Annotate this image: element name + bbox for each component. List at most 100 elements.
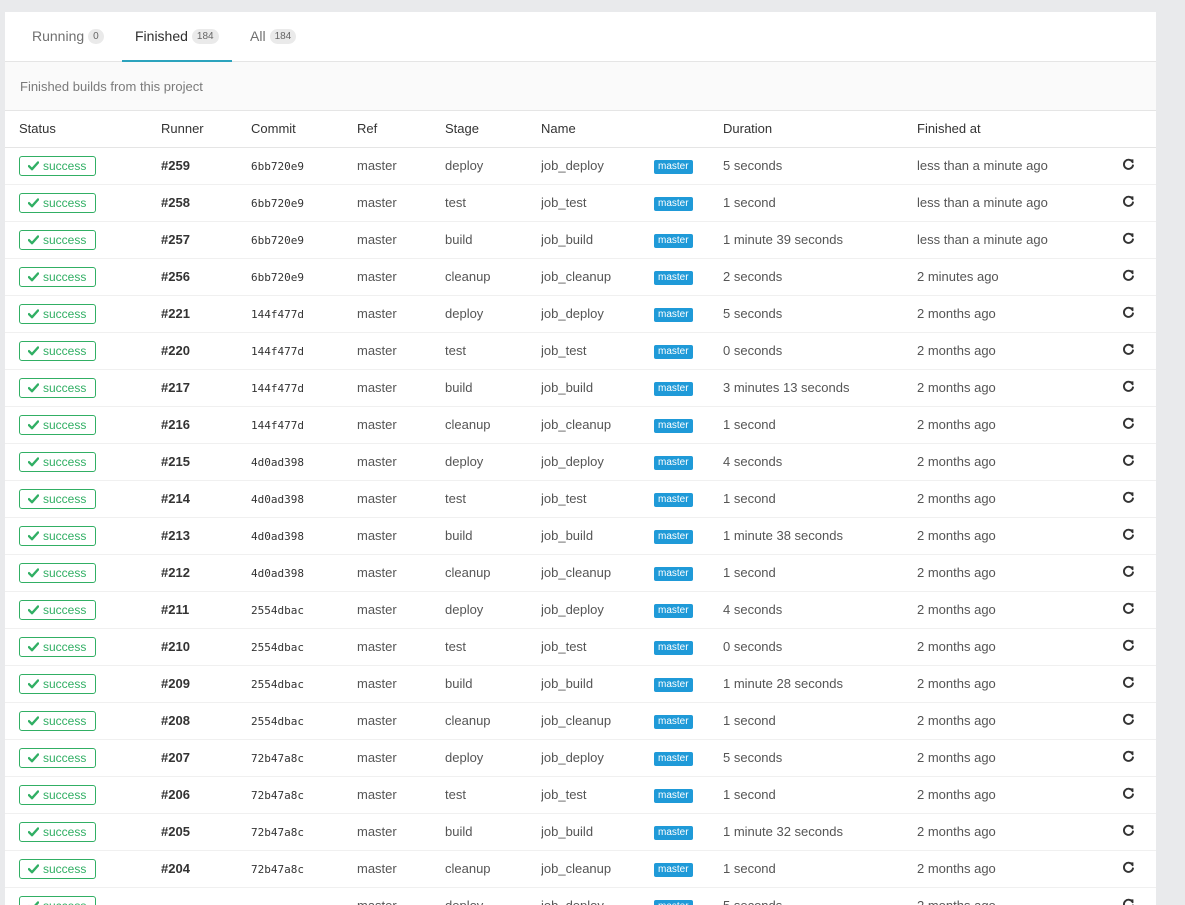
- status-badge[interactable]: success: [19, 710, 96, 731]
- status-badge[interactable]: success: [19, 747, 96, 768]
- status-badge[interactable]: success: [19, 303, 96, 324]
- status-badge[interactable]: success: [19, 858, 96, 879]
- commit-link[interactable]: 144f477d: [251, 382, 304, 395]
- status-badge[interactable]: success: [19, 599, 96, 620]
- ref-link[interactable]: master: [357, 454, 397, 469]
- retry-icon[interactable]: [1122, 676, 1135, 689]
- ref-link[interactable]: master: [357, 639, 397, 654]
- runner-link[interactable]: #213: [161, 528, 190, 543]
- ref-link[interactable]: master: [357, 750, 397, 765]
- ref-link[interactable]: master: [357, 565, 397, 580]
- commit-link[interactable]: 6bb720e9: [251, 271, 304, 284]
- status-badge[interactable]: success: [19, 562, 96, 583]
- retry-icon[interactable]: [1122, 602, 1135, 615]
- runner-link[interactable]: #259: [161, 158, 190, 173]
- runner-link[interactable]: #210: [161, 639, 190, 654]
- runner-link[interactable]: #256: [161, 269, 190, 284]
- ref-link[interactable]: master: [357, 898, 397, 905]
- retry-icon[interactable]: [1122, 306, 1135, 319]
- commit-link[interactable]: 72b47a8c: [251, 863, 304, 876]
- tab-finished[interactable]: Finished 184: [122, 12, 232, 62]
- commit-link[interactable]: 144f477d: [251, 419, 304, 432]
- commit-link[interactable]: 4d0ad398: [251, 530, 304, 543]
- runner-link[interactable]: #217: [161, 380, 190, 395]
- runner-link[interactable]: #221: [161, 306, 190, 321]
- commit-link[interactable]: 6bb720e9: [251, 234, 304, 247]
- ref-link[interactable]: master: [357, 158, 397, 173]
- retry-icon[interactable]: [1122, 713, 1135, 726]
- commit-link[interactable]: 2554dbac: [251, 604, 304, 617]
- ref-link[interactable]: master: [357, 195, 397, 210]
- runner-link[interactable]: #216: [161, 417, 190, 432]
- runner-link[interactable]: #220: [161, 343, 190, 358]
- ref-link[interactable]: master: [357, 417, 397, 432]
- retry-icon[interactable]: [1122, 787, 1135, 800]
- commit-link[interactable]: 4d0ad398: [251, 567, 304, 580]
- runner-link[interactable]: #212: [161, 565, 190, 580]
- runner-link[interactable]: #257: [161, 232, 190, 247]
- ref-link[interactable]: master: [357, 861, 397, 876]
- status-badge[interactable]: success: [19, 414, 96, 435]
- retry-icon[interactable]: [1122, 750, 1135, 763]
- commit-link[interactable]: 6bb720e9: [251, 160, 304, 173]
- commit-link[interactable]: 144f477d: [251, 308, 304, 321]
- ref-link[interactable]: master: [357, 824, 397, 839]
- ref-link[interactable]: master: [357, 713, 397, 728]
- commit-link[interactable]: 2554dbac: [251, 641, 304, 654]
- retry-icon[interactable]: [1122, 898, 1135, 905]
- runner-link[interactable]: #204: [161, 861, 190, 876]
- status-badge[interactable]: success: [19, 266, 96, 287]
- runner-link[interactable]: #211: [161, 602, 189, 617]
- status-badge[interactable]: success: [19, 821, 96, 842]
- ref-link[interactable]: master: [357, 676, 397, 691]
- retry-icon[interactable]: [1122, 491, 1135, 504]
- runner-link[interactable]: #209: [161, 676, 190, 691]
- tab-running[interactable]: Running 0: [19, 12, 117, 60]
- status-badge[interactable]: success: [19, 488, 96, 509]
- ref-link[interactable]: master: [357, 528, 397, 543]
- status-badge[interactable]: success: [19, 229, 96, 250]
- runner-link[interactable]: #207: [161, 750, 190, 765]
- status-badge[interactable]: success: [19, 377, 96, 398]
- retry-icon[interactable]: [1122, 565, 1135, 578]
- retry-icon[interactable]: [1122, 454, 1135, 467]
- retry-icon[interactable]: [1122, 269, 1135, 282]
- status-badge[interactable]: success: [19, 155, 96, 176]
- runner-link[interactable]: #206: [161, 787, 190, 802]
- retry-icon[interactable]: [1122, 417, 1135, 430]
- runner-link[interactable]: #214: [161, 491, 190, 506]
- retry-icon[interactable]: [1122, 861, 1135, 874]
- retry-icon[interactable]: [1122, 380, 1135, 393]
- tab-all[interactable]: All 184: [237, 12, 309, 60]
- retry-icon[interactable]: [1122, 528, 1135, 541]
- status-badge[interactable]: success: [19, 192, 96, 213]
- status-badge[interactable]: success: [19, 673, 96, 694]
- runner-link[interactable]: #258: [161, 195, 190, 210]
- commit-link[interactable]: 6bb720e9: [251, 197, 304, 210]
- runner-link[interactable]: #208: [161, 713, 190, 728]
- runner-link[interactable]: #205: [161, 824, 190, 839]
- retry-icon[interactable]: [1122, 639, 1135, 652]
- status-badge[interactable]: success: [19, 784, 96, 805]
- retry-icon[interactable]: [1122, 195, 1135, 208]
- retry-icon[interactable]: [1122, 232, 1135, 245]
- commit-link[interactable]: 2554dbac: [251, 678, 304, 691]
- status-badge[interactable]: success: [19, 895, 96, 905]
- retry-icon[interactable]: [1122, 158, 1135, 171]
- status-badge[interactable]: success: [19, 636, 96, 657]
- ref-link[interactable]: master: [357, 602, 397, 617]
- commit-link[interactable]: 4d0ad398: [251, 493, 304, 506]
- commit-link[interactable]: 72b47a8c: [251, 752, 304, 765]
- status-badge[interactable]: success: [19, 340, 96, 361]
- status-badge[interactable]: success: [19, 525, 96, 546]
- ref-link[interactable]: master: [357, 232, 397, 247]
- commit-link[interactable]: 2554dbac: [251, 715, 304, 728]
- ref-link[interactable]: master: [357, 380, 397, 395]
- commit-link[interactable]: 72b47a8c: [251, 826, 304, 839]
- status-badge[interactable]: success: [19, 451, 96, 472]
- runner-link[interactable]: #215: [161, 454, 190, 469]
- ref-link[interactable]: master: [357, 269, 397, 284]
- ref-link[interactable]: master: [357, 343, 397, 358]
- ref-link[interactable]: master: [357, 491, 397, 506]
- retry-icon[interactable]: [1122, 824, 1135, 837]
